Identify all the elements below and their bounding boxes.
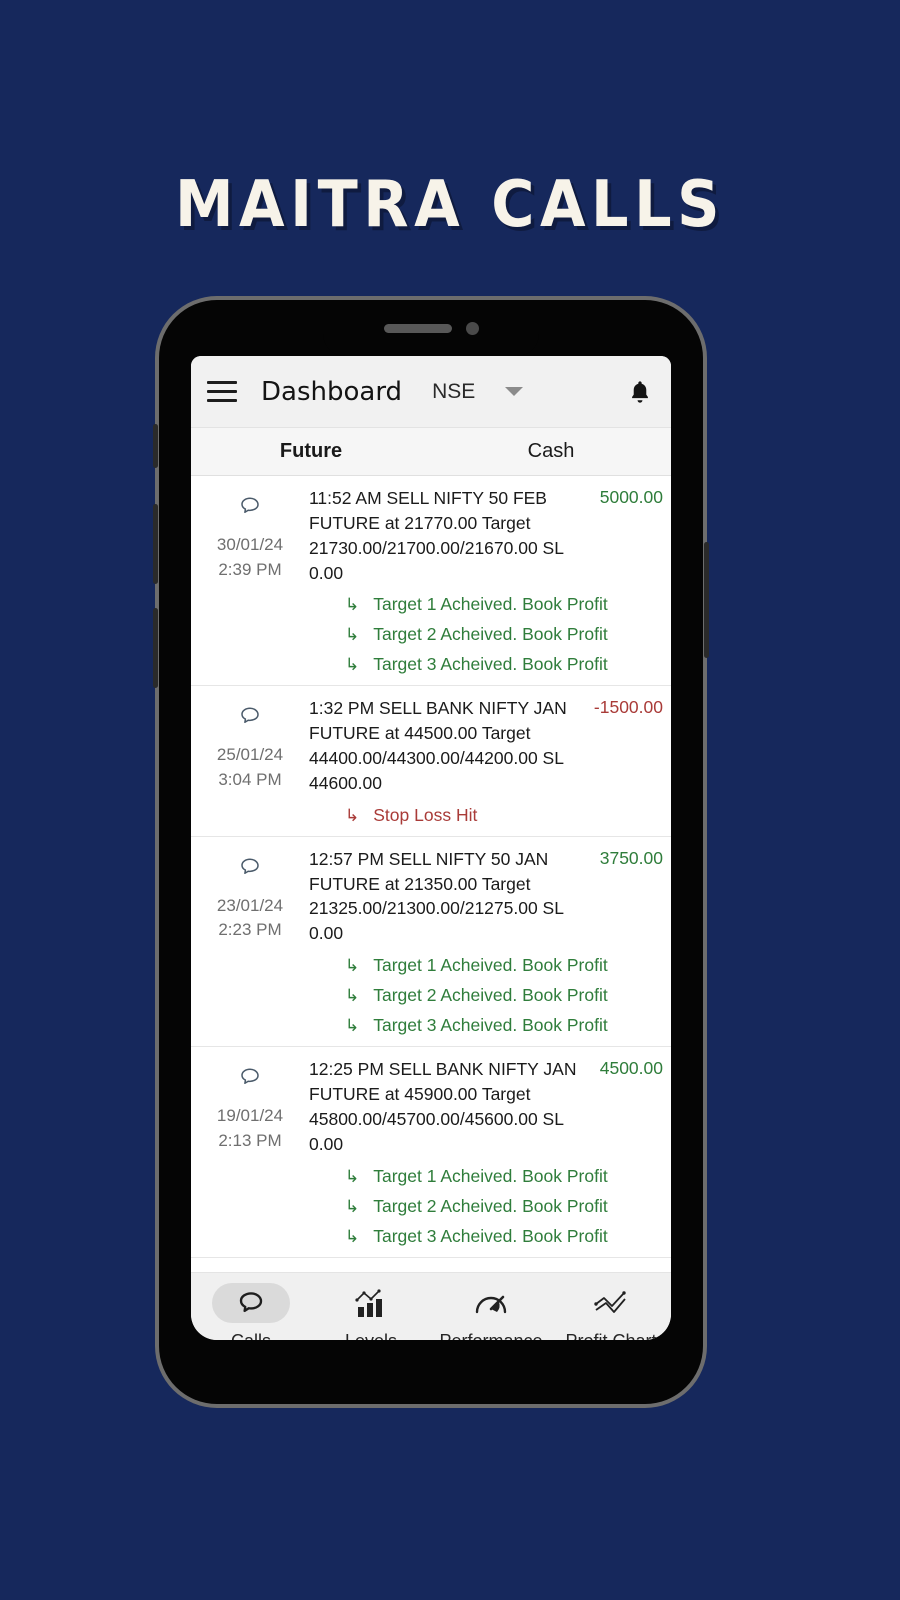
phone-volume-down-button[interactable] bbox=[153, 608, 158, 688]
call-time: 2:13 PM bbox=[218, 1130, 282, 1150]
app-bar: Dashboard NSE bbox=[191, 356, 671, 428]
call-time: 3:04 PM bbox=[218, 770, 282, 790]
nav-item-levels[interactable]: Levels bbox=[311, 1283, 431, 1340]
tab-future-label: Future bbox=[279, 440, 343, 462]
speech-bubble-icon[interactable] bbox=[212, 1283, 290, 1323]
nav-item-label: Calls bbox=[231, 1331, 271, 1340]
sub-arrow-icon: ↳ bbox=[345, 595, 360, 615]
call-body: 11:52 AM SELL NIFTY 50 FEB FUTURE at 217… bbox=[309, 486, 667, 675]
call-status-text: Target 2 Acheived. Book Profit bbox=[373, 624, 608, 645]
tab-cash[interactable]: Cash bbox=[431, 428, 671, 475]
nav-item-performance[interactable]: Performance bbox=[431, 1283, 551, 1340]
sub-arrow-icon: ↳ bbox=[345, 1226, 360, 1246]
bar-chart-icon[interactable] bbox=[332, 1283, 410, 1323]
speech-bubble-icon[interactable] bbox=[238, 494, 262, 523]
phone-screen: Dashboard NSE Future Cash 30/01/24 2:39 P… bbox=[191, 356, 671, 1340]
page-title: MAITRA CALLS bbox=[174, 168, 726, 242]
call-status-line: ↳ Target 3 Acheived. Book Profit bbox=[309, 1015, 663, 1036]
call-date: 25/01/24 bbox=[216, 745, 284, 765]
call-date: 23/01/24 bbox=[216, 895, 284, 915]
sub-arrow-icon: ↳ bbox=[345, 956, 360, 976]
nav-item-label: Levels bbox=[345, 1331, 397, 1340]
call-date-column: 25/01/24 3:04 PM bbox=[191, 696, 309, 825]
call-time: 2:39 PM bbox=[218, 559, 282, 579]
call-pnl-value: 5000.00 bbox=[599, 487, 663, 507]
call-status-line: ↳ Target 1 Acheived. Book Profit bbox=[309, 1166, 663, 1187]
phone-mockup: Dashboard NSE Future Cash 30/01/24 2:39 P… bbox=[153, 296, 709, 1408]
bottom-navigation: Calls Levels Performance Profit Chart bbox=[191, 1272, 671, 1340]
nav-item-label: Performance bbox=[439, 1331, 542, 1340]
call-time: 2:23 PM bbox=[218, 920, 282, 940]
call-body: 1:32 PM SELL BANK NIFTY JAN FUTURE at 44… bbox=[309, 696, 667, 825]
call-status-text: Target 1 Acheived. Book Profit bbox=[373, 955, 608, 976]
call-text: 12:57 PM SELL NIFTY 50 JAN FUTURE at 213… bbox=[309, 848, 564, 944]
call-status-line: ↳ Target 1 Acheived. Book Profit bbox=[309, 594, 663, 615]
hamburger-menu-icon[interactable] bbox=[207, 381, 237, 402]
call-date-column: 30/01/24 2:39 PM bbox=[191, 486, 309, 675]
call-date: 30/01/24 bbox=[216, 535, 284, 554]
call-status-line: ↳ Target 1 Acheived. Book Profit bbox=[309, 955, 663, 976]
sub-arrow-icon: ↳ bbox=[345, 625, 360, 645]
nav-item-profit-chart[interactable]: Profit Chart bbox=[551, 1283, 671, 1340]
call-date: 19/01/24 bbox=[216, 1106, 284, 1126]
call-date-column: 19/01/24 2:13 PM bbox=[191, 1057, 309, 1246]
earpiece-speaker bbox=[383, 323, 452, 333]
call-row[interactable]: 25/01/24 3:04 PM 1:32 PM SELL BANK NIFTY J… bbox=[191, 686, 671, 837]
call-pnl-value: 4500.00 bbox=[599, 1058, 663, 1079]
sub-arrow-icon: ↳ bbox=[345, 1166, 360, 1186]
phone-notch bbox=[323, 300, 539, 356]
call-status-line: ↳ Target 3 Acheived. Book Profit bbox=[309, 654, 663, 675]
call-status-line: ↳ Target 3 Acheived. Book Profit bbox=[309, 1226, 663, 1247]
sub-arrow-icon: ↳ bbox=[345, 1196, 360, 1216]
sub-arrow-icon: ↳ bbox=[345, 1016, 360, 1036]
speedometer-icon[interactable] bbox=[452, 1283, 530, 1323]
call-date-column: 23/01/24 2:23 PM bbox=[191, 847, 309, 1036]
nav-item-calls[interactable]: Calls bbox=[191, 1283, 311, 1340]
call-body: 12:57 PM SELL NIFTY 50 JAN FUTURE at 213… bbox=[309, 847, 667, 1036]
segment-tabs: Future Cash bbox=[191, 428, 671, 476]
speech-bubble-icon[interactable] bbox=[238, 704, 262, 733]
call-status-text: Target 3 Acheived. Book Profit bbox=[373, 1225, 608, 1246]
tab-cash-label: Cash bbox=[527, 440, 575, 462]
call-text: 12:25 PM SELL BANK NIFTY JAN FUTURE at 4… bbox=[309, 1059, 577, 1154]
calls-list[interactable]: 30/01/24 2:39 PM 11:52 AM SELL NIFTY 50 FE… bbox=[191, 476, 671, 1272]
call-status-line: ↳ Target 2 Acheived. Book Profit bbox=[309, 624, 663, 645]
call-pnl-value: -1500.00 bbox=[593, 697, 663, 718]
tab-future[interactable]: Future bbox=[191, 428, 431, 475]
call-status-text: Target 1 Acheived. Book Profit bbox=[373, 594, 608, 615]
speech-bubble-icon[interactable] bbox=[238, 855, 262, 884]
chevron-down-icon[interactable] bbox=[505, 387, 524, 396]
sub-arrow-icon: ↳ bbox=[345, 805, 360, 825]
call-status-text: Target 2 Acheived. Book Profit bbox=[373, 1195, 608, 1216]
bell-icon[interactable] bbox=[627, 378, 653, 406]
call-row[interactable]: 19/01/24 2:13 PM 12:25 PM SELL BANK NIFTY … bbox=[191, 1047, 671, 1258]
front-camera-icon bbox=[465, 321, 479, 335]
phone-power-button[interactable] bbox=[704, 542, 709, 658]
nav-item-label: Profit Chart bbox=[565, 1331, 656, 1340]
sub-arrow-icon: ↳ bbox=[345, 655, 360, 675]
call-status-line: ↳ Target 2 Acheived. Book Profit bbox=[309, 985, 663, 1006]
call-row[interactable]: 23/01/24 2:23 PM 12:57 PM SELL NIFTY 50 JA… bbox=[191, 837, 671, 1048]
call-text: 11:52 AM SELL NIFTY 50 FEB FUTURE at 217… bbox=[309, 488, 564, 583]
call-status-text: Target 1 Acheived. Book Profit bbox=[373, 1165, 608, 1186]
call-pnl-value: 3750.00 bbox=[599, 847, 663, 868]
speech-bubble-icon[interactable] bbox=[238, 1065, 262, 1094]
call-status-text: Target 2 Acheived. Book Profit bbox=[373, 985, 608, 1006]
call-status-text: Target 3 Acheived. Book Profit bbox=[373, 1015, 608, 1036]
phone-mute-button[interactable] bbox=[153, 424, 158, 468]
call-status-line: ↳ Stop Loss Hit bbox=[309, 805, 663, 826]
call-text: 1:32 PM SELL BANK NIFTY JAN FUTURE at 44… bbox=[309, 698, 567, 793]
line-chart-icon[interactable] bbox=[572, 1283, 650, 1323]
call-body: 12:25 PM SELL BANK NIFTY JAN FUTURE at 4… bbox=[309, 1057, 667, 1246]
call-status-line: ↳ Target 2 Acheived. Book Profit bbox=[309, 1196, 663, 1217]
call-status-text: Stop Loss Hit bbox=[373, 804, 478, 825]
sub-arrow-icon: ↳ bbox=[345, 986, 360, 1006]
call-row[interactable]: 30/01/24 2:39 PM 11:52 AM SELL NIFTY 50 FE… bbox=[191, 476, 671, 687]
phone-volume-up-button[interactable] bbox=[153, 504, 158, 584]
exchange-selector[interactable]: NSE bbox=[432, 380, 475, 404]
call-status-text: Target 3 Acheived. Book Profit bbox=[373, 654, 608, 675]
page-heading: Dashboard bbox=[261, 376, 403, 407]
